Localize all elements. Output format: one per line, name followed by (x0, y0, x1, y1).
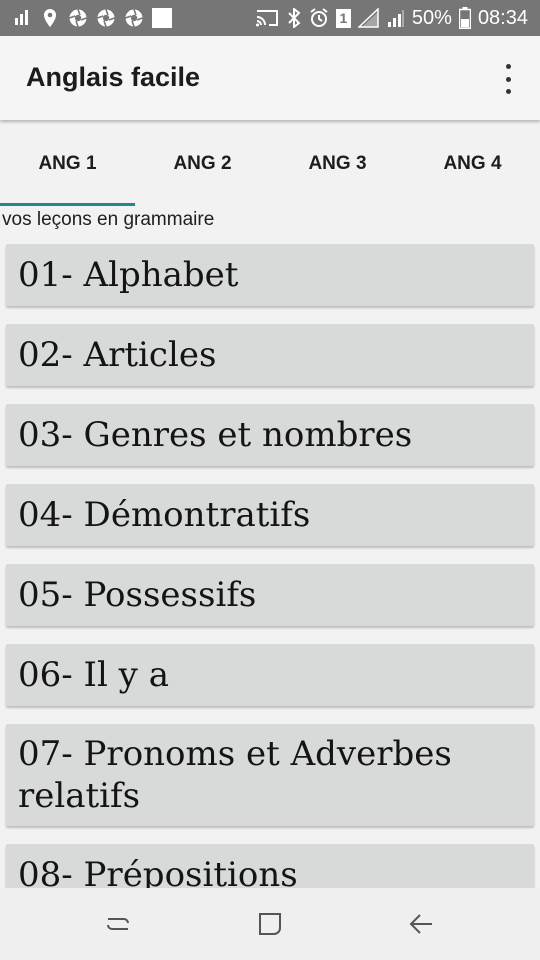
lesson-label: 02- Articles (18, 335, 217, 375)
home-icon[interactable] (252, 906, 288, 942)
cast-icon (255, 10, 278, 27)
lesson-label: 07- Pronoms et Adverbes relatifs (18, 734, 452, 816)
alarm-icon (310, 8, 328, 27)
status-left-icons (12, 6, 172, 30)
list-item[interactable]: 06- Il y a (6, 644, 534, 706)
lesson-label: 06- Il y a (18, 655, 169, 695)
sim-icon: 1 (335, 8, 351, 28)
lesson-label: 04- Démontratifs (18, 495, 311, 535)
aperture-icon (97, 9, 115, 27)
lesson-label: 05- Possessifs (18, 575, 257, 615)
status-bar: 1 50% 08:34 (0, 0, 540, 36)
tab-ang-2[interactable]: ANG 2 (135, 122, 270, 206)
tab-ang-3[interactable]: ANG 3 (270, 122, 405, 206)
list-item[interactable]: 07- Pronoms et Adverbes relatifs (6, 724, 534, 826)
tab-ang-4[interactable]: ANG 4 (405, 122, 540, 206)
lesson-label: 08- Prépositions (18, 855, 298, 888)
aperture-icon (125, 9, 143, 27)
lesson-label: 03- Genres et nombres (18, 415, 413, 455)
list-item[interactable]: 08- Prépositions (6, 844, 534, 888)
tab-bar: ANG 1 ANG 2 ANG 3 ANG 4 (0, 122, 540, 206)
location-icon (44, 9, 56, 27)
data-saver-icon (15, 10, 28, 25)
list-item[interactable]: 03- Genres et nombres (6, 404, 534, 466)
navigation-bar (0, 888, 540, 960)
status-time: 08:34 (477, 6, 528, 29)
battery-icon (458, 7, 471, 29)
lesson-label: 01- Alphabet (18, 255, 239, 295)
list-item[interactable]: 01- Alphabet (6, 244, 534, 306)
app-title: Anglais facile (26, 62, 201, 92)
signal-icon (357, 8, 379, 28)
recent-apps-icon[interactable] (100, 906, 136, 942)
list-item[interactable]: 05- Possessifs (6, 564, 534, 626)
signal-icon (387, 10, 404, 27)
tab-ang-1[interactable]: ANG 1 (0, 122, 135, 206)
status-right-icons: 1 50% 08:34 (255, 6, 528, 30)
back-icon[interactable] (404, 906, 440, 942)
more-vert-icon[interactable] (494, 62, 522, 96)
app-bar: Anglais facile (0, 36, 540, 120)
section-subtitle: vos leçons en grammaire (2, 209, 215, 230)
square-icon (152, 8, 172, 28)
battery-percent: 50% (411, 6, 452, 29)
list-item[interactable]: 04- Démontratifs (6, 484, 534, 546)
aperture-icon (69, 9, 87, 27)
bluetooth-icon (288, 8, 301, 28)
lesson-list[interactable]: 01- Alphabet 02- Articles 03- Genres et … (0, 242, 540, 888)
list-item[interactable]: 02- Articles (6, 324, 534, 386)
